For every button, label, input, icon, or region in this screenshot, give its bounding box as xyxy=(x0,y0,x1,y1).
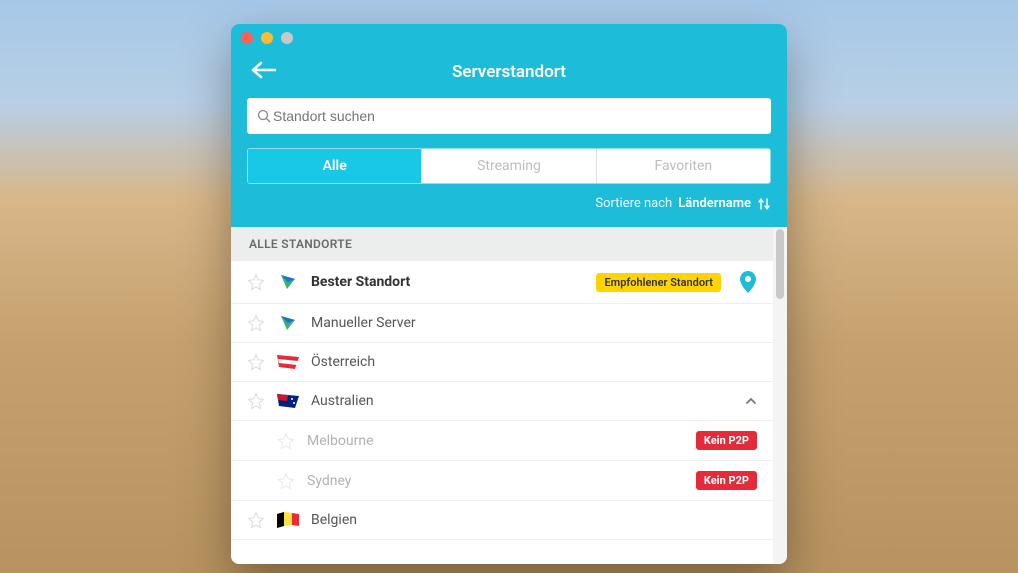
tab-all[interactable]: Alle xyxy=(248,149,422,183)
tabs: Alle Streaming Favoriten xyxy=(247,148,771,184)
recommended-badge: Empfohlener Standort xyxy=(596,273,721,292)
tab-favorites[interactable]: Favoriten xyxy=(597,149,770,183)
app-window: Serverstandort Alle Streaming Favoriten … xyxy=(231,24,787,564)
app-logo-icon xyxy=(277,274,299,290)
row-australia[interactable]: Australien xyxy=(231,382,773,421)
page-title: Serverstandort xyxy=(452,62,566,82)
favorite-star-icon[interactable] xyxy=(247,314,265,332)
sort-label: Sortiere nach xyxy=(595,196,672,211)
row-label: Bester Standort xyxy=(311,274,584,290)
search-icon xyxy=(257,109,271,123)
favorite-star-icon[interactable] xyxy=(277,472,295,490)
favorite-star-icon[interactable] xyxy=(247,353,265,371)
header-top: Serverstandort xyxy=(247,56,771,88)
flag-belgium-icon xyxy=(277,512,299,528)
scrollbar-thumb[interactable] xyxy=(776,229,784,299)
sort-value: Ländername xyxy=(678,196,751,211)
list-wrap: ALLE STANDORTE Bester Standort Empfohlen… xyxy=(231,227,787,564)
tab-streaming[interactable]: Streaming xyxy=(422,149,596,183)
sort-row[interactable]: Sortiere nach Ländername xyxy=(247,196,771,211)
row-label: Melbourne xyxy=(307,433,684,449)
row-melbourne[interactable]: Melbourne Kein P2P xyxy=(231,421,773,461)
back-button[interactable] xyxy=(251,60,279,80)
favorite-star-icon[interactable] xyxy=(247,511,265,529)
row-manual-server[interactable]: Manueller Server xyxy=(231,304,773,343)
minimize-window-button[interactable] xyxy=(261,32,273,44)
row-label: Australien xyxy=(311,393,733,409)
app-logo-icon xyxy=(277,315,299,331)
sort-icon xyxy=(757,197,771,211)
favorite-star-icon[interactable] xyxy=(247,273,265,291)
row-sydney[interactable]: Sydney Kein P2P xyxy=(231,461,773,501)
flag-austria-icon xyxy=(277,354,299,370)
close-window-button[interactable] xyxy=(241,32,253,44)
scrollbar[interactable] xyxy=(773,227,787,564)
search-field[interactable] xyxy=(247,98,771,134)
chevron-up-icon[interactable] xyxy=(745,395,757,407)
traffic-lights xyxy=(241,32,293,44)
search-input[interactable] xyxy=(271,107,761,125)
no-p2p-badge: Kein P2P xyxy=(696,431,757,450)
row-belgium[interactable]: Belgien xyxy=(231,501,773,540)
row-best-location[interactable]: Bester Standort Empfohlener Standort xyxy=(231,261,773,304)
favorite-star-icon[interactable] xyxy=(247,392,265,410)
flag-australia-icon xyxy=(277,393,299,409)
location-list[interactable]: ALLE STANDORTE Bester Standort Empfohlen… xyxy=(231,227,773,564)
back-arrow-icon xyxy=(251,60,279,80)
header: Serverstandort Alle Streaming Favoriten … xyxy=(231,52,787,227)
row-label: Österreich xyxy=(311,354,757,370)
no-p2p-badge: Kein P2P xyxy=(696,471,757,490)
row-label: Sydney xyxy=(307,473,684,489)
location-pin-icon xyxy=(739,271,757,293)
titlebar xyxy=(231,24,787,52)
row-label: Belgien xyxy=(311,512,757,528)
section-header: ALLE STANDORTE xyxy=(231,227,773,261)
desktop-background: Serverstandort Alle Streaming Favoriten … xyxy=(0,0,1018,573)
row-austria[interactable]: Österreich xyxy=(231,343,773,382)
maximize-window-button[interactable] xyxy=(281,32,293,44)
row-label: Manueller Server xyxy=(311,315,757,331)
favorite-star-icon[interactable] xyxy=(277,432,295,450)
